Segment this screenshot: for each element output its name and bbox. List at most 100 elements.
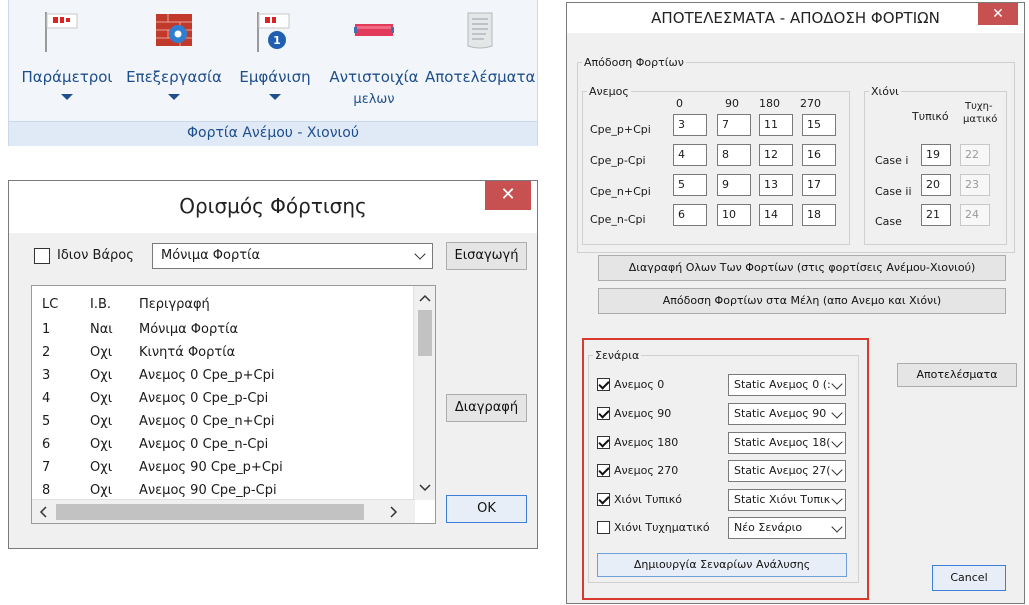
delete-all-loads-button[interactable]: Διαγραφή Ολων Των Φορτίων (στις φορτίσει… <box>598 255 1006 281</box>
results-dialog: ΑΠΟΤΕΛΕΣΜΑΤΑ - ΑΠΟΔΟΣΗ ΦΟΡΤΙΩΝ ✕ Απόδοση… <box>566 2 1025 604</box>
scenario-combo[interactable]: Static Ανεμος 27( <box>728 460 846 482</box>
scenario-label: Ανεμος 270 <box>614 464 679 477</box>
chevron-down-icon <box>168 94 180 100</box>
delete-button[interactable]: Διαγραφή <box>446 394 527 422</box>
load-case-field[interactable]: 9 <box>717 174 751 196</box>
scenario-combo-value: Static Ανεμος 90 <box>734 407 827 420</box>
snow-accidental-field: 23 <box>960 174 990 196</box>
scroll-icon <box>460 10 500 50</box>
scenario-checkbox[interactable] <box>597 436 610 449</box>
load-case-field[interactable]: 10 <box>717 204 751 226</box>
ribbon-button-label: Εμφάνιση <box>239 68 311 86</box>
snow-typical-field[interactable]: 21 <box>921 204 951 226</box>
scenario-combo[interactable]: Static Ανεμος 0 (: <box>728 374 846 396</box>
description-cell: Κινητά Φορτία <box>139 345 236 360</box>
ribbon-button-label: Παράμετροι <box>21 68 113 86</box>
scroll-left-icon[interactable] <box>39 506 47 518</box>
ib-cell: Οχι <box>90 345 113 360</box>
self-weight-checkbox[interactable] <box>34 248 50 264</box>
ib-cell: Οχι <box>90 368 113 383</box>
snow-row-label: Case i <box>875 154 909 167</box>
lc-cell: 2 <box>42 345 51 360</box>
scenario-checkbox[interactable] <box>597 464 610 477</box>
ribbon-button-parameters[interactable]: Παράμετροι <box>13 0 121 122</box>
load-case-combo[interactable]: Μόνιμα Φορτία <box>152 243 433 269</box>
insert-button[interactable]: Εισαγωγή <box>446 242 527 270</box>
angle-header: 180 <box>759 97 780 110</box>
scenario-checkbox[interactable] <box>597 407 610 420</box>
ribbon-button-edit[interactable]: Επεξεργασία <box>121 0 227 122</box>
flag-icon <box>41 10 81 52</box>
snow-row-label: Case <box>875 215 902 228</box>
ribbon-button-display[interactable]: 1 Εμφάνιση <box>227 0 323 122</box>
cancel-button[interactable]: Cancel <box>932 565 1006 591</box>
description-cell: Μόνιμα Φορτία <box>139 322 239 337</box>
group-label: Ανεμος <box>589 85 629 98</box>
group-label: Απόδοση Φορτίων <box>584 56 684 69</box>
load-case-field[interactable]: 15 <box>802 114 836 136</box>
list-header: LC I.B. Περιγραφή <box>32 293 415 316</box>
chevron-down-icon <box>831 436 843 448</box>
column-header-description: Περιγραφή <box>139 297 210 312</box>
create-scenarios-button[interactable]: Δημιουργία Σεναρίων Ανάλυσης <box>597 553 847 577</box>
assign-loads-button[interactable]: Απόδοση Φορτίων στα Μέλη (απο Ανεμο και … <box>598 288 1006 314</box>
load-case-field[interactable]: 18 <box>802 204 836 226</box>
ribbon-button-results[interactable]: Αποτελέσματα <box>425 0 535 122</box>
load-case-field[interactable]: 13 <box>759 174 793 196</box>
load-case-list[interactable]: LC I.B. Περιγραφή 1 Ναι Μόνιμα Φορτία 2 Οχι… <box>31 285 436 524</box>
chevron-down-icon <box>61 94 73 100</box>
scenario-checkbox[interactable] <box>597 493 610 506</box>
description-cell: Ανεμος 90 Cpe_p+Cpi <box>139 460 283 475</box>
snow-typical-field[interactable]: 19 <box>921 144 951 166</box>
load-case-field[interactable]: 11 <box>759 114 793 136</box>
scrollbar-thumb[interactable] <box>56 504 364 520</box>
load-case-field[interactable]: 6 <box>673 204 707 226</box>
wall-gear-icon <box>154 10 194 50</box>
scenario-combo-value: Static Χιόνι Τυπικ <box>734 493 831 506</box>
scenario-combo[interactable]: Static Ανεμος 18( <box>728 432 846 454</box>
description-cell: Ανεμος 0 Cpe_n+Cpi <box>139 414 275 429</box>
scroll-right-icon[interactable] <box>390 506 398 518</box>
horizontal-scrollbar[interactable] <box>32 499 415 523</box>
scroll-down-icon[interactable] <box>419 484 431 492</box>
scenario-combo[interactable]: Static Χιόνι Τυπικ <box>728 489 846 511</box>
vertical-scrollbar[interactable] <box>413 286 435 500</box>
column-header-lc: LC <box>42 297 59 312</box>
chevron-down-icon <box>269 94 281 100</box>
ribbon-panel: Παράμετροι Επεξεργασία 1 Εμφάνιση Αντιστ… <box>8 0 538 146</box>
close-button[interactable]: ✕ <box>978 3 1018 25</box>
close-button[interactable]: ✕ <box>485 181 531 210</box>
load-case-field[interactable]: 3 <box>673 114 707 136</box>
scenario-combo-value: Νέο Σενάριο <box>734 521 803 534</box>
snow-accidental-field: 24 <box>960 204 990 226</box>
scenario-combo[interactable]: Static Ανεμος 90 <box>728 403 846 425</box>
load-case-field[interactable]: 5 <box>673 174 707 196</box>
scrollbar-thumb[interactable] <box>418 310 432 356</box>
results-button[interactable]: Αποτελέσματα <box>897 363 1017 387</box>
chevron-down-icon <box>831 521 843 533</box>
description-cell: Ανεμος 0 Cpe_p-Cpi <box>139 391 269 406</box>
lc-cell: 7 <box>42 460 51 475</box>
scenario-label: Χιόνι Τυπικό <box>614 493 682 506</box>
ribbon-button-label: Αντιστοιχία <box>329 68 419 86</box>
scenario-checkbox[interactable] <box>597 378 610 391</box>
load-case-field[interactable]: 16 <box>802 144 836 166</box>
column-header-ib: I.B. <box>90 297 112 312</box>
scenario-combo[interactable]: Νέο Σενάριο <box>728 517 846 539</box>
load-case-field[interactable]: 14 <box>759 204 793 226</box>
ok-button[interactable]: OK <box>446 495 527 523</box>
snow-accidental-header-line2: ματικό <box>963 114 998 125</box>
load-case-field[interactable]: 12 <box>759 144 793 166</box>
scenario-checkbox[interactable] <box>597 521 610 534</box>
ribbon-button-label: Επεξεργασία <box>126 68 222 86</box>
scroll-up-icon[interactable] <box>419 294 431 302</box>
ribbon-button-member-mapping[interactable]: Αντιστοιχία μελων <box>323 0 425 122</box>
load-case-field[interactable]: 4 <box>673 144 707 166</box>
snow-typical-field[interactable]: 20 <box>921 174 951 196</box>
angle-header: 0 <box>676 97 683 110</box>
load-case-field[interactable]: 8 <box>717 144 751 166</box>
wind-row-label: Cpe_p+Cpi <box>590 123 651 136</box>
load-case-field[interactable]: 17 <box>802 174 836 196</box>
scenario-label: Ανεμος 0 <box>614 378 665 391</box>
load-case-field[interactable]: 7 <box>717 114 751 136</box>
